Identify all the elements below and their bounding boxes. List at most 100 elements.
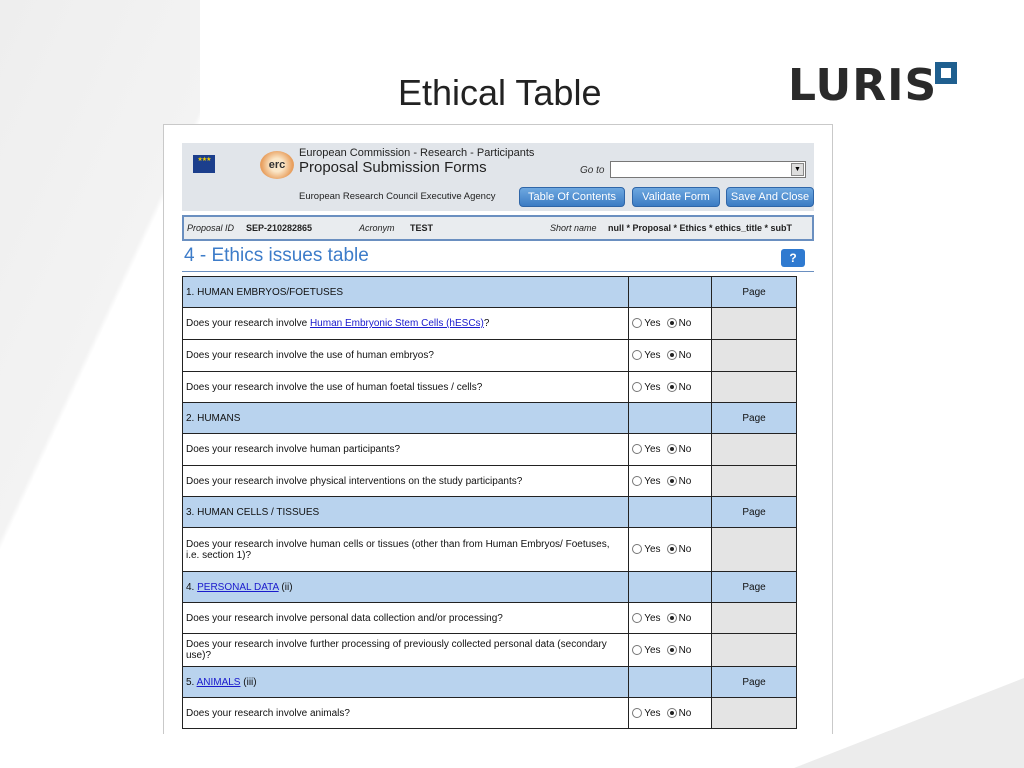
row-text: 1. HUMAN EMBRYOS/FOETUSES: [186, 286, 344, 298]
acronym-label: Acronym: [359, 223, 395, 233]
answer-cell: Yes No: [628, 371, 713, 403]
answer-cell: Yes No: [628, 433, 713, 466]
form-header: erc European Commission - Research - Par…: [182, 143, 814, 211]
yes-option[interactable]: Yes: [632, 444, 661, 455]
goto-label: Go to: [580, 165, 605, 176]
page-cell[interactable]: [711, 465, 797, 497]
page-header: Page: [711, 496, 797, 528]
page-cell[interactable]: [711, 602, 797, 634]
page-cell[interactable]: [711, 697, 797, 729]
row-text: 4.: [186, 581, 198, 593]
category-row: 1. HUMAN EMBRYOS/FOETUSES Page: [181, 276, 797, 308]
question-text: Does your research involve Human Embryon…: [181, 307, 630, 340]
category-answer-cell: [628, 496, 713, 528]
category-label: 3. HUMAN CELLS / TISSUES: [181, 496, 630, 528]
row-text: Does your research involve human cells o…: [186, 538, 610, 561]
row-text: Does your research involve physical inte…: [186, 475, 523, 487]
radio-no-icon[interactable]: [666, 381, 677, 392]
radio-no-icon[interactable]: [666, 475, 677, 486]
radio-yes-icon[interactable]: [632, 350, 643, 361]
help-link[interactable]: ANIMALS: [197, 677, 241, 688]
radio-yes-icon[interactable]: [632, 475, 643, 486]
page-cell[interactable]: [711, 339, 797, 372]
category-label: 2. HUMANS: [181, 402, 630, 434]
radio-yes-icon[interactable]: [632, 444, 643, 455]
question-row: Does your research involve human partici…: [181, 433, 797, 466]
row-text: Does your research involve animals?: [186, 707, 350, 719]
radio-yes-label: Yes: [644, 381, 661, 393]
no-option[interactable]: No: [666, 707, 692, 719]
page-cell[interactable]: [711, 371, 797, 403]
question-text: Does your research involve physical inte…: [181, 465, 630, 497]
no-option[interactable]: No: [666, 612, 691, 624]
radio-yes-icon[interactable]: [632, 707, 643, 718]
save-and-close-button[interactable]: Save And Close: [726, 187, 814, 207]
radio-no-icon[interactable]: [666, 544, 677, 555]
page-header: Page: [711, 666, 797, 698]
no-option[interactable]: No: [666, 475, 692, 487]
radio-yes-icon[interactable]: [632, 644, 643, 655]
yes-option[interactable]: Yes: [632, 544, 661, 555]
radio-no-icon[interactable]: [666, 707, 677, 718]
agency-label: European Research Council Executive Agen…: [299, 191, 496, 202]
no-option[interactable]: No: [666, 350, 691, 361]
radio-yes-icon[interactable]: [632, 318, 643, 329]
yes-option[interactable]: Yes: [632, 707, 661, 719]
chevron-down-icon[interactable]: ▼: [791, 163, 804, 176]
category-row: 3. HUMAN CELLS / TISSUES Page: [181, 496, 797, 528]
category-row: 5. ANIMALS (iii) Page: [181, 666, 797, 698]
help-link[interactable]: Human Embryonic Stem Cells (hESCs): [310, 318, 484, 329]
luris-logo: LURIS: [788, 60, 938, 111]
radio-yes-label: Yes: [644, 544, 661, 555]
no-option[interactable]: No: [666, 544, 691, 555]
category-label: 1. HUMAN EMBRYOS/FOETUSES: [181, 276, 630, 308]
page-cell[interactable]: [711, 433, 797, 466]
yes-option[interactable]: Yes: [632, 644, 661, 656]
radio-yes-icon[interactable]: [632, 381, 643, 392]
yes-option[interactable]: Yes: [632, 381, 661, 393]
radio-yes-icon[interactable]: [632, 612, 643, 623]
radio-no-icon[interactable]: [666, 350, 677, 361]
table-of-contents-button[interactable]: Table Of Contents: [519, 187, 625, 207]
radio-no-label: No: [678, 475, 692, 487]
no-option[interactable]: No: [666, 318, 691, 329]
radio-no-icon[interactable]: [666, 318, 677, 329]
yes-option[interactable]: Yes: [632, 475, 661, 487]
yes-option[interactable]: Yes: [632, 612, 661, 624]
eu-flag-icon: [193, 155, 215, 173]
page-cell[interactable]: [711, 527, 797, 572]
short-name-label: Short name: [550, 223, 597, 233]
page-cell[interactable]: [711, 633, 797, 667]
category-label: 5. ANIMALS (iii): [181, 666, 630, 698]
radio-no-icon[interactable]: [666, 612, 677, 623]
category-row: 2. HUMANS Page: [181, 402, 797, 434]
proposal-info-bar: Proposal ID SEP-210282865 Acronym TEST S…: [182, 215, 814, 241]
yes-option[interactable]: Yes: [632, 318, 661, 329]
no-option[interactable]: No: [666, 381, 691, 393]
yes-option[interactable]: Yes: [632, 350, 661, 361]
help-button[interactable]: ?: [781, 249, 805, 267]
page-cell[interactable]: [711, 307, 797, 340]
radio-yes-icon[interactable]: [632, 544, 643, 555]
goto-select[interactable]: ▼: [610, 161, 806, 178]
row-text: Does your research involve human partici…: [186, 444, 400, 455]
validate-form-button[interactable]: Validate Form: [632, 187, 720, 207]
answer-cell: Yes No: [628, 633, 713, 667]
question-text: Does your research involve personal data…: [181, 602, 630, 634]
no-option[interactable]: No: [666, 444, 691, 455]
answer-cell: Yes No: [628, 307, 713, 340]
category-answer-cell: [628, 402, 713, 434]
radio-yes-label: Yes: [644, 444, 661, 455]
radio-yes-label: Yes: [644, 318, 661, 329]
answer-cell: Yes No: [628, 339, 713, 372]
radio-yes-label: Yes: [644, 350, 661, 361]
luris-logo-square-icon: [935, 62, 957, 84]
radio-no-icon[interactable]: [666, 444, 677, 455]
help-link[interactable]: PERSONAL DATA: [197, 582, 279, 593]
page-header: Page: [711, 571, 797, 603]
no-option[interactable]: No: [666, 644, 691, 656]
radio-no-label: No: [678, 707, 692, 719]
radio-yes-label: Yes: [644, 707, 661, 719]
proposal-id-value: SEP-210282865: [246, 223, 313, 233]
radio-no-icon[interactable]: [666, 644, 677, 655]
